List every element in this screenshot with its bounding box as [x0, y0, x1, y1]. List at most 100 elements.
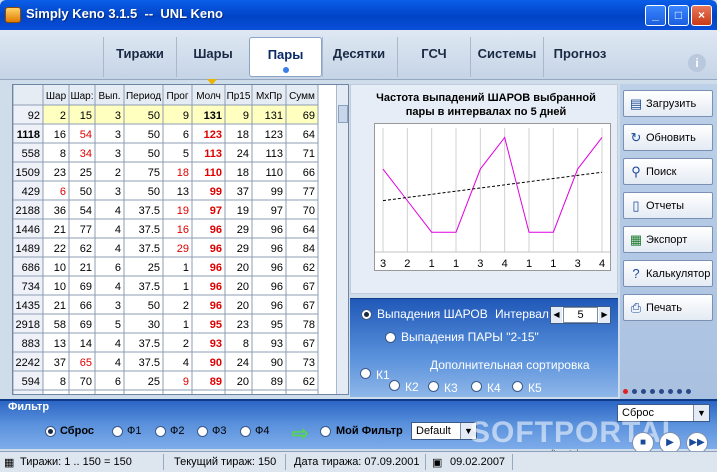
table-cell[interactable]: 13 — [54, 338, 66, 350]
radio-k4[interactable] — [471, 381, 482, 392]
tab-prognoz[interactable]: Прогноз — [543, 37, 616, 77]
radio-f1[interactable] — [112, 426, 123, 437]
table-cell[interactable]: 18 — [237, 167, 249, 179]
radio-f3[interactable] — [197, 426, 208, 437]
column-header[interactable]: Вып. — [98, 91, 120, 102]
table-cell[interactable]: 20 — [237, 376, 249, 388]
table-cell[interactable]: 90 — [210, 357, 222, 369]
table-cell[interactable]: 67 — [303, 281, 315, 293]
table-cell[interactable]: 92 — [28, 110, 40, 122]
spin-right-icon[interactable]: ▶ — [599, 307, 610, 323]
table-cell[interactable]: 96 — [271, 300, 283, 312]
table-cell[interactable]: 2918 — [16, 319, 40, 331]
table-cell[interactable]: 37 — [54, 357, 66, 369]
table-cell[interactable]: 1509 — [16, 167, 40, 179]
table-cell[interactable]: 54 — [80, 129, 92, 141]
table-cell[interactable]: 131 — [265, 110, 283, 122]
table-cell[interactable]: 96 — [210, 281, 222, 293]
table-cell[interactable]: 686 — [22, 262, 40, 274]
load-button[interactable]: ▤ Загрузить — [623, 90, 713, 117]
table-cell[interactable]: 97 — [210, 205, 222, 217]
table-cell[interactable]: 9 — [183, 110, 189, 122]
tab-sistemy[interactable]: Системы — [470, 37, 543, 77]
table-cell[interactable]: 62 — [303, 376, 315, 388]
radio-k1[interactable] — [360, 368, 371, 379]
table-cell[interactable]: 93 — [210, 338, 222, 350]
spin-left-icon[interactable]: ◀ — [551, 307, 562, 323]
table-cell[interactable]: 4 — [115, 243, 121, 255]
table-cell[interactable]: 4 — [115, 281, 121, 293]
refresh-button[interactable]: ↻ Обновить — [623, 124, 713, 151]
table-cell[interactable]: 1435 — [16, 300, 40, 312]
table-cell[interactable]: 1446 — [16, 224, 40, 236]
table-cell[interactable]: 1118 — [17, 129, 40, 141]
table-cell[interactable]: 66 — [80, 300, 92, 312]
table-cell[interactable]: 883 — [22, 338, 40, 350]
table-cell[interactable]: 110 — [265, 167, 283, 179]
table-cell[interactable]: 90 — [271, 357, 283, 369]
table-cell[interactable]: 4 — [115, 357, 121, 369]
table-cell[interactable]: 50 — [148, 186, 160, 198]
table-cell[interactable]: 96 — [271, 243, 283, 255]
table-cell[interactable]: 25 — [80, 167, 92, 179]
table-cell[interactable]: 67 — [303, 338, 315, 350]
radio-f4[interactable] — [240, 426, 251, 437]
table-cell[interactable]: 64 — [303, 224, 315, 236]
maximize-button[interactable]: □ — [668, 5, 689, 26]
table-cell[interactable]: 3 — [115, 129, 121, 141]
table-cell[interactable]: 93 — [271, 338, 283, 350]
table-cell[interactable]: 10 — [54, 262, 66, 274]
radio-f2[interactable] — [155, 426, 166, 437]
table-cell[interactable]: 99 — [271, 186, 283, 198]
table-cell[interactable]: 37.5 — [139, 224, 160, 236]
table-cell[interactable]: 110 — [204, 167, 222, 179]
table-cell[interactable]: 9 — [183, 376, 189, 388]
table-cell[interactable]: 64 — [303, 129, 315, 141]
table-cell[interactable]: 24 — [237, 357, 249, 369]
table-cell[interactable]: 89 — [210, 376, 222, 388]
table-cell[interactable]: 9 — [243, 110, 249, 122]
table-cell[interactable]: 6 — [183, 129, 189, 141]
table-cell[interactable]: 23 — [237, 319, 249, 331]
table-cell[interactable]: 96 — [210, 224, 222, 236]
table-cell[interactable]: 1 — [183, 281, 189, 293]
table-cell[interactable]: 2 — [60, 110, 66, 122]
table-cell[interactable]: 19 — [237, 205, 249, 217]
table-cell[interactable]: 50 — [148, 110, 160, 122]
interval-spinner[interactable]: ◀ 5 ▶ — [550, 306, 611, 324]
table-cell[interactable]: 67 — [303, 300, 315, 312]
radio-pair[interactable] — [385, 332, 396, 343]
table-cell[interactable]: 96 — [271, 224, 283, 236]
table-cell[interactable]: 5 — [115, 319, 121, 331]
table-cell[interactable]: 21 — [54, 224, 66, 236]
table-cell[interactable]: 96 — [210, 262, 222, 274]
tab-tirazhi[interactable]: Тиражи — [103, 37, 176, 77]
table-cell[interactable]: 20 — [237, 300, 249, 312]
column-header[interactable]: Шар: — [70, 91, 93, 102]
reports-button[interactable]: ▯ Отчеты — [623, 192, 713, 219]
table-cell[interactable]: 70 — [303, 205, 315, 217]
table-cell[interactable]: 1 — [183, 262, 189, 274]
table-cell[interactable]: 25 — [148, 262, 160, 274]
table-cell[interactable]: 34 — [80, 148, 92, 160]
table-cell[interactable]: 50 — [148, 148, 160, 160]
table-cell[interactable]: 10 — [54, 281, 66, 293]
table-cell[interactable]: 8 — [60, 376, 66, 388]
table-cell[interactable]: 8 — [243, 338, 249, 350]
table-cell[interactable]: 2 — [183, 300, 189, 312]
search-button[interactable]: ⚲ Поиск — [623, 158, 713, 185]
table-cell[interactable]: 97 — [271, 205, 283, 217]
table-cell[interactable]: 73 — [303, 357, 315, 369]
table-cell[interactable]: 95 — [271, 319, 283, 331]
info-icon[interactable]: i — [688, 54, 706, 72]
radio-balls[interactable] — [361, 309, 372, 320]
table-cell[interactable]: 18 — [237, 129, 249, 141]
pairs-table[interactable]: Шар Шар: Вып. Период Прог Молч Пр15 МхПр Сумм 92 2… — [12, 84, 349, 395]
table-cell[interactable]: 20 — [237, 281, 249, 293]
table-cell[interactable]: 123 — [265, 129, 283, 141]
table-cell[interactable]: 4 — [115, 205, 121, 217]
table-cell[interactable]: 2242 — [16, 357, 40, 369]
table-scrollbar[interactable] — [336, 85, 348, 394]
column-header[interactable]: Шар — [46, 91, 67, 102]
table-cell[interactable]: 16 — [54, 129, 66, 141]
